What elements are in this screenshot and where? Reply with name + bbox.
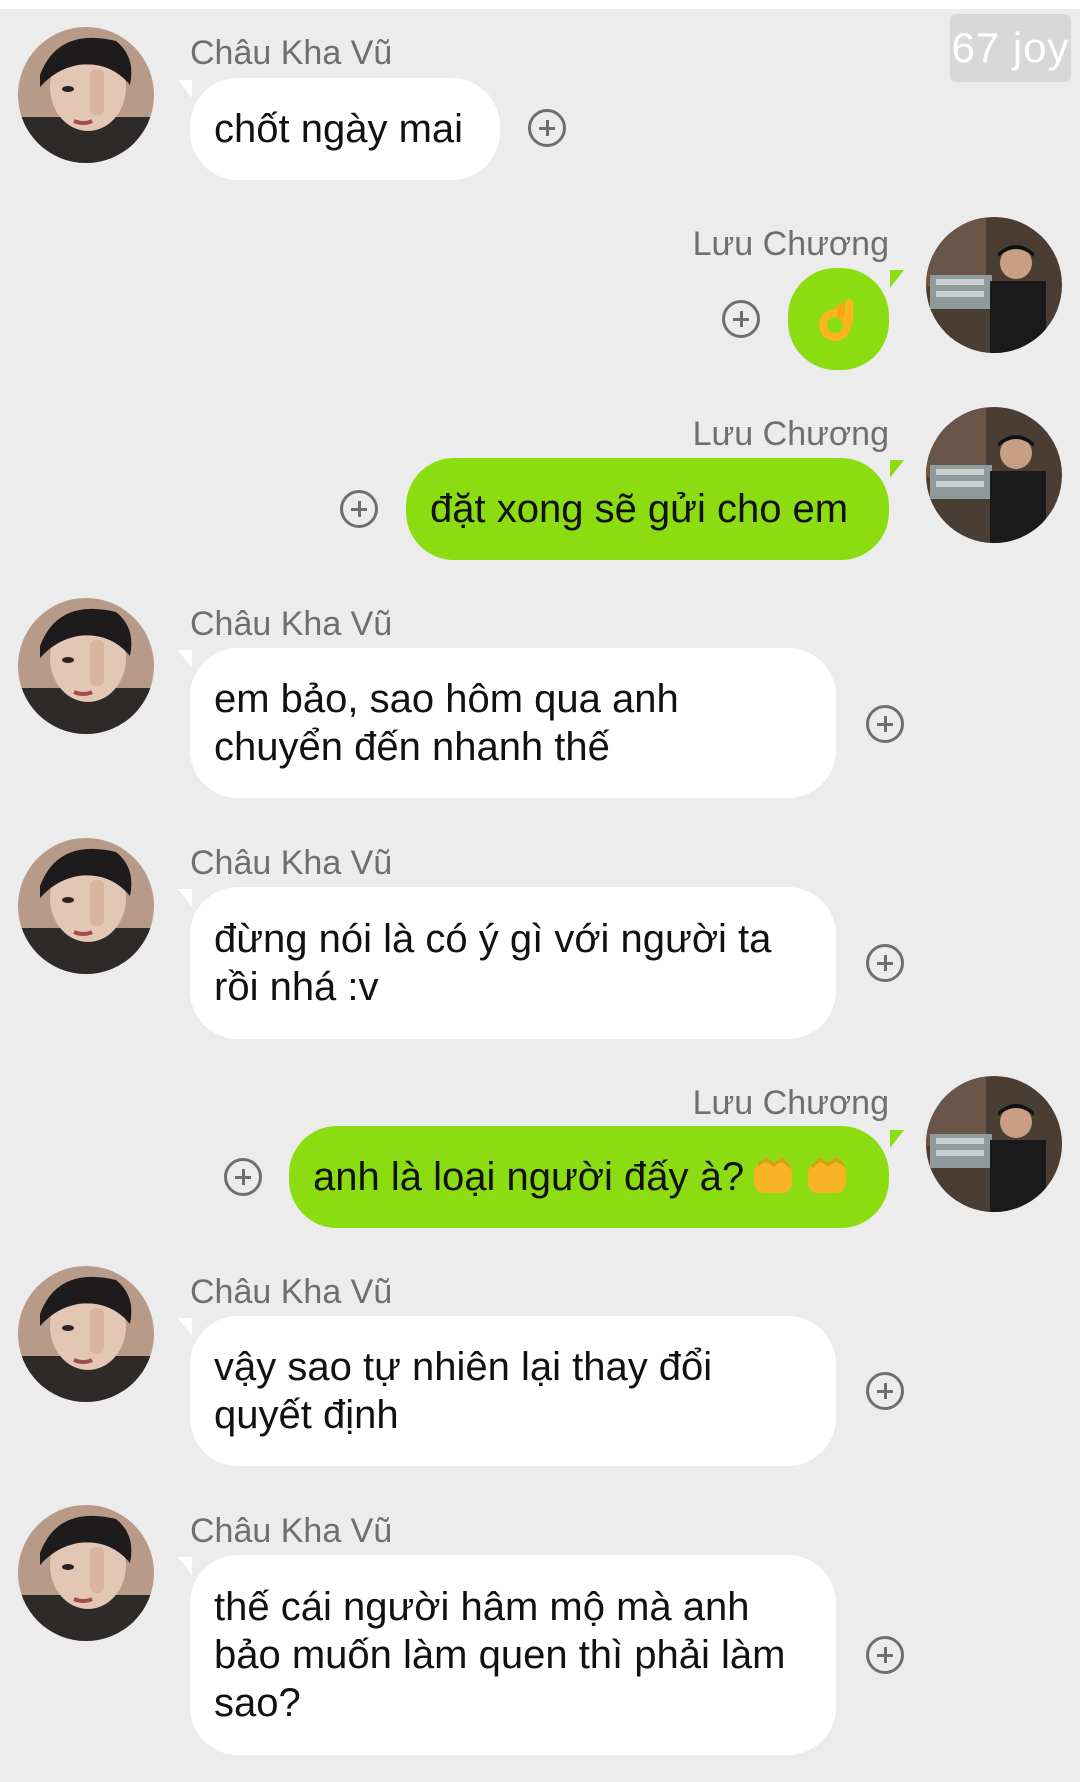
add-reaction-icon[interactable] xyxy=(528,109,566,147)
bubble-tail xyxy=(178,889,192,907)
message-bubble[interactable]: đừng nói là có ý gì với người ta rồi nhá… xyxy=(190,887,836,1039)
sender-name: Lưu Chương xyxy=(692,225,889,263)
avatar-chau-kha-vu[interactable] xyxy=(18,1266,154,1402)
sender-name: Châu Kha Vũ xyxy=(190,605,393,643)
sender-name: Châu Kha Vũ xyxy=(190,1273,393,1311)
ok-hand-emoji xyxy=(818,299,853,341)
avatar-luu-chuong[interactable] xyxy=(926,1076,1062,1212)
add-reaction-icon[interactable] xyxy=(866,1636,904,1674)
avatar-chau-kha-vu[interactable] xyxy=(18,1505,154,1641)
bubble-tail xyxy=(890,1130,904,1148)
sender-name: Lưu Chương xyxy=(692,1084,889,1122)
avatar-chau-kha-vu[interactable] xyxy=(18,598,154,734)
top-strip xyxy=(0,0,1080,9)
sender-name: Châu Kha Vũ xyxy=(190,844,393,882)
add-reaction-icon[interactable] xyxy=(340,490,378,528)
bubble-tail xyxy=(178,650,192,668)
avatar-luu-chuong[interactable] xyxy=(926,407,1062,543)
sender-name: Châu Kha Vũ xyxy=(190,1512,393,1550)
message-bubble[interactable] xyxy=(788,268,889,370)
bubble-tail xyxy=(178,1557,192,1575)
add-reaction-icon[interactable] xyxy=(722,300,760,338)
bubble-tail xyxy=(178,80,192,98)
bubble-tail xyxy=(890,460,904,478)
bubble-tail xyxy=(178,1318,192,1336)
add-reaction-icon[interactable] xyxy=(866,944,904,982)
sender-name: Châu Kha Vũ xyxy=(190,34,393,72)
message-text: anh là loại người đấy à? xyxy=(313,1155,745,1199)
avatar-chau-kha-vu[interactable] xyxy=(18,27,154,163)
add-reaction-icon[interactable] xyxy=(866,1372,904,1410)
fist-bump-emoji xyxy=(754,1157,847,1193)
add-reaction-icon[interactable] xyxy=(224,1158,262,1196)
message-bubble[interactable]: đặt xong sẽ gửi cho em xyxy=(406,458,889,560)
avatar-luu-chuong[interactable] xyxy=(926,217,1062,353)
message-bubble[interactable]: anh là loại người đấy à? xyxy=(289,1126,889,1228)
add-reaction-icon[interactable] xyxy=(866,705,904,743)
avatar-chau-kha-vu[interactable] xyxy=(18,838,154,974)
bubble-tail xyxy=(890,270,904,288)
sender-name: Lưu Chương xyxy=(692,415,889,453)
watermark: 67 joy xyxy=(950,14,1071,82)
message-bubble[interactable]: thế cái người hâm mộ mà anh bảo muốn làm… xyxy=(190,1555,836,1755)
message-bubble[interactable]: vậy sao tự nhiên lại thay đổi quyết định xyxy=(190,1316,836,1466)
message-bubble[interactable]: em bảo, sao hôm qua anh chuyển đến nhanh… xyxy=(190,648,836,798)
message-bubble[interactable]: chốt ngày mai xyxy=(190,78,500,180)
